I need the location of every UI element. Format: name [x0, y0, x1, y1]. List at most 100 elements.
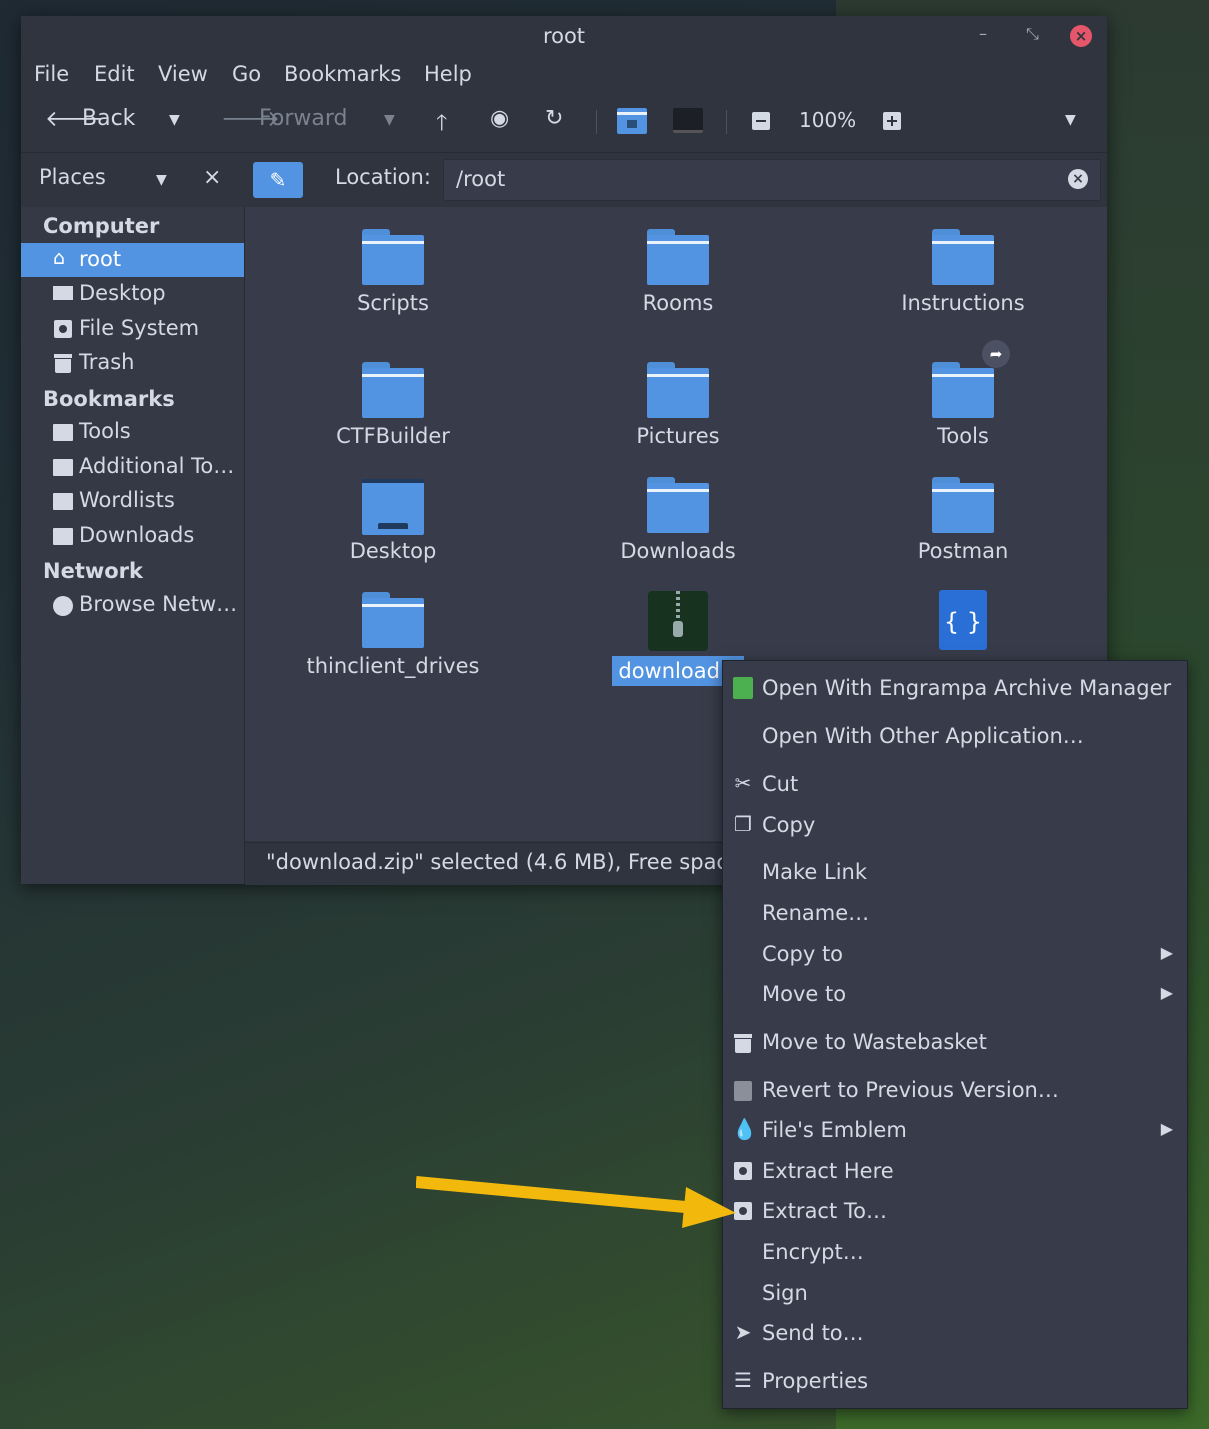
toolbar: 🡐 Back ▼ 🡒 Forward ▼ 🡑 ◉ ↻ 100% ▼ — [21, 96, 1107, 146]
folder-icon — [932, 477, 994, 533]
folder-icon — [647, 477, 709, 533]
menu-item-files-emblem[interactable]: 💧 File's Emblem ▶ — [723, 1113, 1187, 1149]
folder-icon — [647, 229, 709, 285]
stop-icon[interactable]: ◉ — [490, 106, 509, 131]
menu-item-label: Copy to — [762, 942, 844, 966]
file-item-json[interactable]: { } — [853, 590, 1073, 650]
sidebar-item-wordlists[interactable]: Wordlists — [21, 484, 244, 518]
menu-item-label: Rename… — [762, 901, 870, 925]
status-text: "download.zip" selected (4.6 MB), Free s… — [266, 850, 748, 874]
folder-icon — [53, 523, 75, 547]
location-input[interactable]: /root × — [443, 159, 1101, 201]
sidebar-section-computer: Computer — [43, 214, 160, 238]
menu-edit[interactable]: Edit — [94, 62, 135, 86]
maximize-icon[interactable]: ⤡ — [1026, 24, 1039, 44]
menu-item-open-with-engrampa[interactable]: Open With Engrampa Archive Manager — [723, 671, 1187, 707]
menu-item-make-link[interactable]: Make Link — [723, 855, 1187, 891]
submenu-arrow-icon: ▶ — [1160, 943, 1173, 962]
up-arrow-icon[interactable]: 🡑 — [436, 106, 447, 144]
scissors-icon: ✂ — [734, 771, 752, 795]
file-name: Instructions — [901, 291, 1025, 315]
close-sidebar-icon[interactable]: × — [203, 165, 221, 190]
menu-item-send-to[interactable]: ➤ Send to… — [723, 1316, 1187, 1352]
menu-item-move-to-wastebasket[interactable]: Move to Wastebasket — [723, 1025, 1187, 1061]
sidebar-item-label: Browse Netw… — [79, 592, 238, 616]
places-label[interactable]: Places — [39, 165, 106, 189]
sidebar-item-additional-tools[interactable]: Additional To… — [21, 450, 244, 484]
folder-icon — [647, 362, 709, 418]
menu-item-sign[interactable]: Sign — [723, 1276, 1187, 1312]
edit-location-button[interactable]: ✎ — [253, 162, 303, 198]
file-item-downloads[interactable]: Downloads — [568, 477, 788, 563]
file-item-desktop[interactable]: Desktop — [283, 477, 503, 563]
sidebar-item-root[interactable]: ⌂ root — [21, 243, 244, 277]
menu-item-label: Open With Other Application… — [762, 724, 1084, 748]
back-history-chevron-icon[interactable]: ▼ — [169, 112, 180, 128]
menu-item-label: Cut — [762, 772, 799, 796]
menu-item-copy[interactable]: ❐ Copy — [723, 808, 1187, 844]
file-item-scripts[interactable]: Scripts — [283, 229, 503, 315]
desktop-folder-icon — [362, 477, 424, 535]
menu-bookmarks[interactable]: Bookmarks — [284, 62, 401, 86]
menu-go[interactable]: Go — [232, 62, 261, 86]
menu-item-label: Copy — [762, 813, 816, 837]
symlink-emblem-icon: ➦ — [982, 340, 1010, 368]
file-item-postman[interactable]: Postman — [853, 477, 1073, 563]
menu-item-extract-to[interactable]: Extract To… — [723, 1194, 1187, 1230]
menu-item-move-to[interactable]: Move to ▶ — [723, 977, 1187, 1013]
forward-button[interactable]: Forward — [259, 106, 347, 131]
sidebar-item-browse-network[interactable]: Browse Netw… — [21, 588, 244, 622]
file-item-rooms[interactable]: Rooms — [568, 229, 788, 315]
file-item-ctfbuilder[interactable]: CTFBuilder — [283, 362, 503, 448]
menu-item-properties[interactable]: ☰ Properties — [723, 1364, 1187, 1400]
menu-item-copy-to[interactable]: Copy to ▶ — [723, 937, 1187, 973]
zoom-in-icon[interactable] — [883, 112, 901, 130]
toolbar-overflow-chevron-icon[interactable]: ▼ — [1065, 112, 1076, 128]
sidebar-item-file-system[interactable]: File System — [21, 312, 244, 346]
close-icon[interactable]: × — [1070, 25, 1092, 47]
zoom-out-icon[interactable] — [752, 112, 770, 130]
drive-icon — [53, 316, 75, 340]
menu-item-cut[interactable]: ✂ Cut — [723, 767, 1187, 803]
menu-item-label: Move to Wastebasket — [762, 1030, 987, 1054]
forward-history-chevron-icon[interactable]: ▼ — [384, 112, 395, 128]
arrow-shaft — [416, 1176, 697, 1214]
home-icon: ⌂ — [53, 247, 66, 269]
computer-icon[interactable] — [673, 108, 703, 133]
file-name: thinclient_drives — [306, 654, 480, 678]
menu-view[interactable]: View — [158, 62, 208, 86]
context-menu: Open With Engrampa Archive Manager Open … — [722, 660, 1188, 1409]
reload-icon[interactable]: ↻ — [545, 106, 563, 131]
clear-location-icon[interactable]: × — [1068, 169, 1088, 189]
toolbar-separator — [726, 110, 727, 134]
menu-item-open-with-other[interactable]: Open With Other Application… — [723, 719, 1187, 755]
network-icon — [53, 592, 75, 616]
places-dropdown-chevron-icon[interactable]: ▼ — [156, 172, 167, 188]
home-folder-icon[interactable] — [617, 108, 647, 134]
file-item-tools[interactable]: ➦ Tools — [853, 340, 1073, 448]
sidebar-item-desktop[interactable]: Desktop — [21, 277, 244, 311]
sidebar-item-tools[interactable]: Tools — [21, 415, 244, 449]
back-button[interactable]: Back — [82, 106, 135, 131]
zip-archive-icon — [648, 591, 708, 651]
revert-icon — [732, 1077, 754, 1103]
file-item-instructions[interactable]: Instructions — [853, 229, 1073, 315]
submenu-arrow-icon: ▶ — [1160, 1119, 1173, 1138]
sidebar-item-trash[interactable]: Trash — [21, 346, 244, 380]
sidebar-section-bookmarks: Bookmarks — [43, 387, 175, 411]
copy-icon: ❐ — [734, 812, 752, 836]
menu-item-label: Move to — [762, 982, 847, 1006]
menu-item-extract-here[interactable]: Extract Here — [723, 1154, 1187, 1190]
menu-file[interactable]: File — [34, 62, 69, 86]
sidebar-item-downloads[interactable]: Downloads — [21, 519, 244, 553]
minimize-icon[interactable]: – — [979, 24, 987, 43]
menu-item-encrypt[interactable]: Encrypt… — [723, 1235, 1187, 1271]
menu-help[interactable]: Help — [424, 62, 472, 86]
file-item-pictures[interactable]: Pictures — [568, 362, 788, 448]
menu-item-rename[interactable]: Rename… — [723, 896, 1187, 932]
titlebar[interactable]: root – ⤡ × — [21, 16, 1107, 58]
properties-icon: ☰ — [734, 1368, 752, 1392]
menu-item-revert[interactable]: Revert to Previous Version… — [723, 1073, 1187, 1109]
file-item-thinclient-drives[interactable]: thinclient_drives — [283, 592, 503, 678]
location-label: Location: — [335, 165, 431, 189]
